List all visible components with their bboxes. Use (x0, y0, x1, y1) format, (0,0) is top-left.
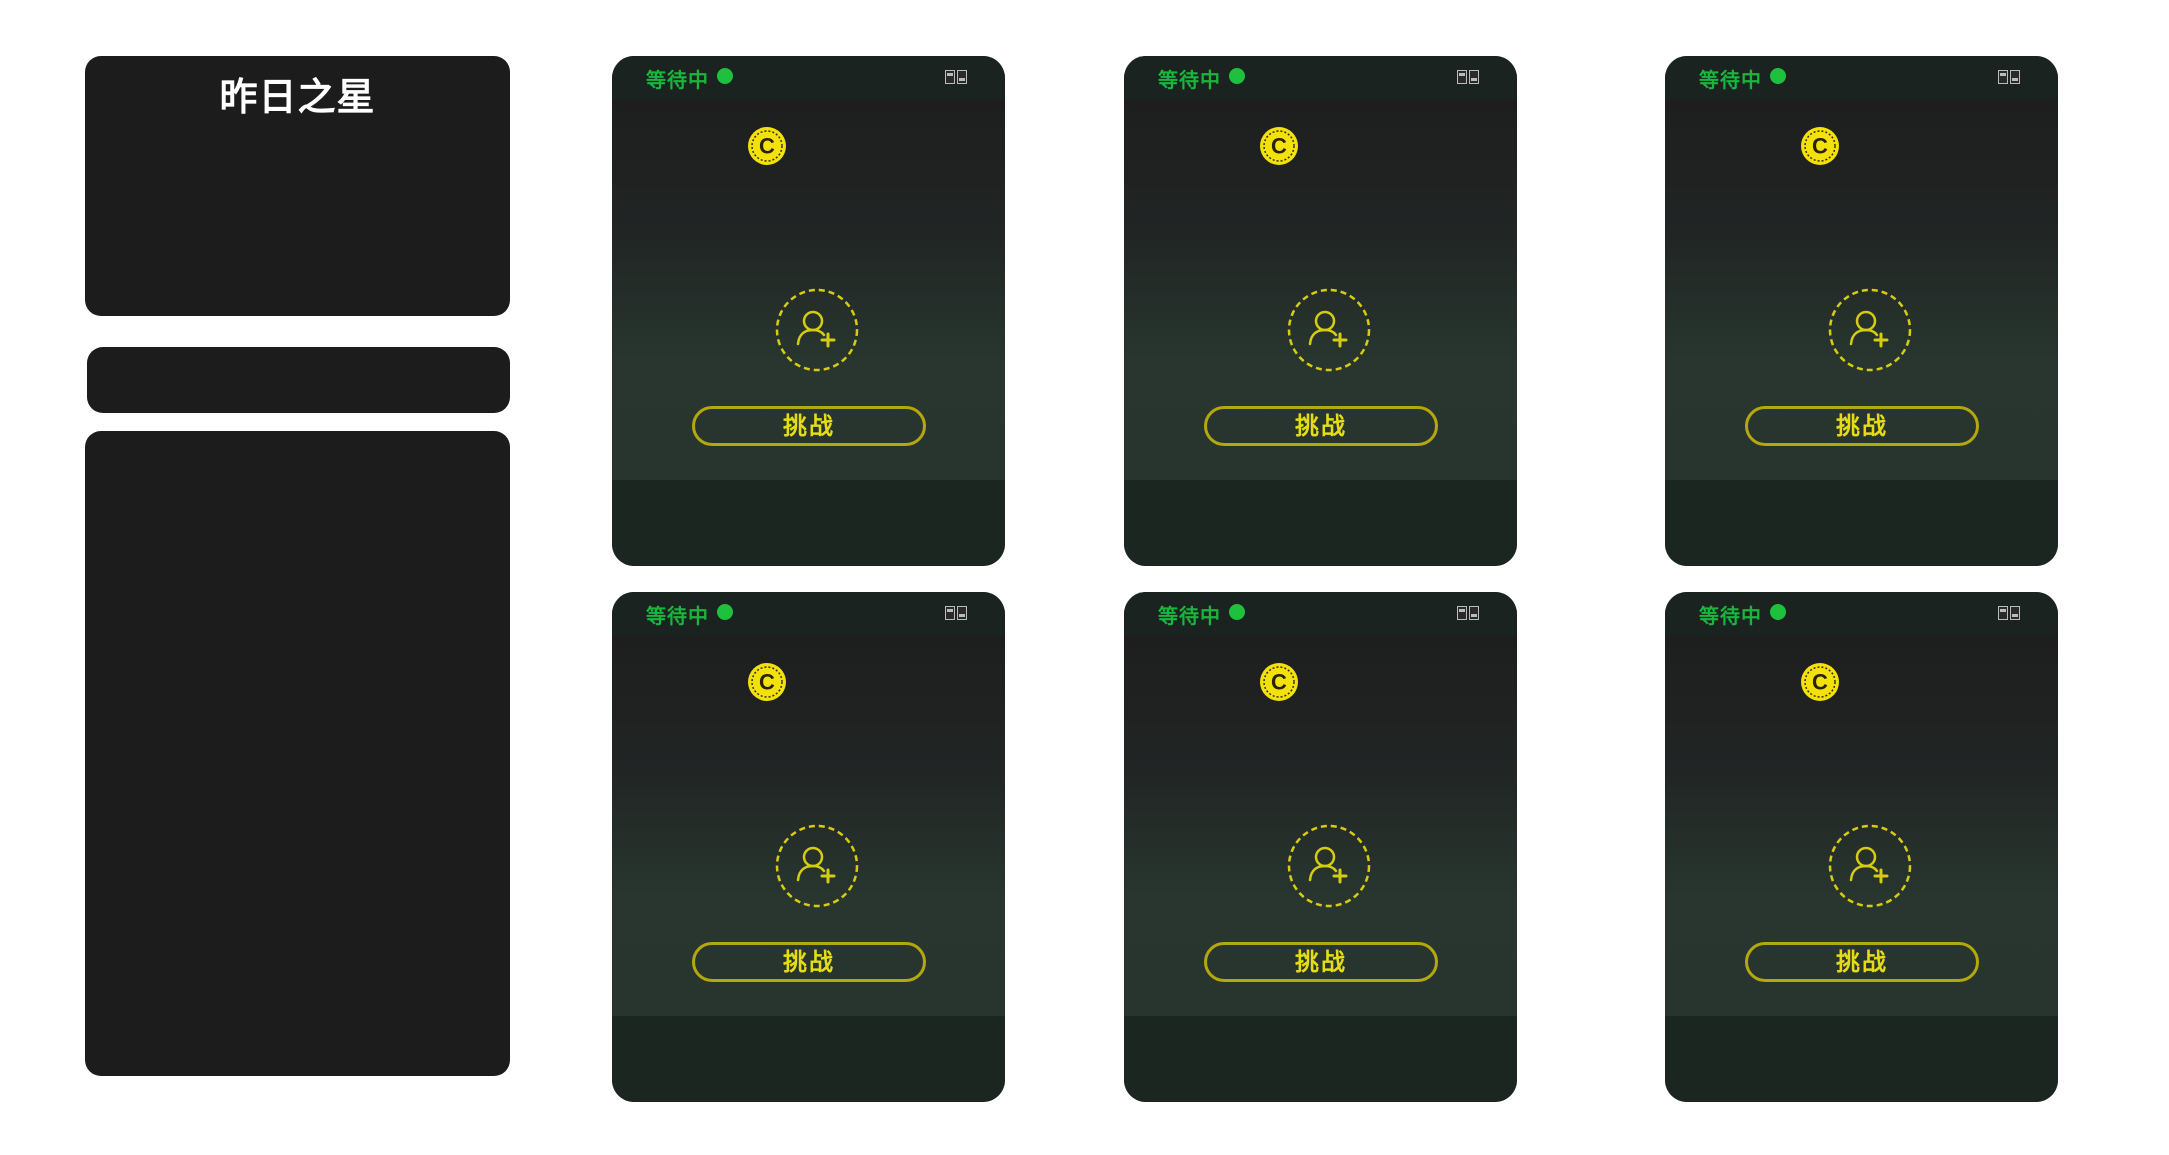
screen-icon[interactable] (945, 70, 967, 84)
status-text: 等待中 (1699, 604, 1762, 628)
status-text: 等待中 (646, 604, 709, 628)
coin-c-icon: C (748, 127, 786, 165)
status-dot-icon (1770, 604, 1786, 620)
screen-icon[interactable] (1457, 70, 1479, 84)
svg-text:C: C (759, 670, 775, 695)
add-user-icon[interactable] (1287, 824, 1371, 908)
svg-text:C: C (1271, 670, 1287, 695)
card-header: 等待中 (1124, 56, 1517, 101)
status-dot-icon (717, 604, 733, 620)
challenge-button[interactable]: 挑战 (692, 942, 926, 982)
svg-text:C: C (1812, 670, 1828, 695)
challenge-button[interactable]: 挑战 (1745, 406, 1979, 446)
challenge-card: 等待中 C 挑战 (1665, 56, 2058, 566)
yesterday-star-title: 昨日之星 (219, 75, 376, 119)
screen-icon[interactable] (1457, 606, 1479, 620)
challenge-button[interactable]: 挑战 (692, 406, 926, 446)
svg-text:C: C (759, 134, 775, 159)
status-dot-icon (1229, 604, 1245, 620)
card-header: 等待中 (612, 56, 1005, 101)
challenge-card: 等待中 C 挑战 (612, 592, 1005, 1102)
challenge-button[interactable]: 挑战 (1745, 942, 1979, 982)
left-list-panel (85, 431, 510, 1076)
challenge-card: 等待中 C 挑战 (1124, 56, 1517, 566)
yesterday-star-panel: 昨日之星 (85, 56, 510, 316)
coin-c-icon: C (1260, 127, 1298, 165)
screen-icon[interactable] (1998, 606, 2020, 620)
card-footer (1124, 1016, 1517, 1102)
add-user-icon[interactable] (1828, 288, 1912, 372)
card-header: 等待中 (1665, 592, 2058, 637)
card-footer (612, 480, 1005, 566)
coin-c-icon: C (748, 663, 786, 701)
challenge-card: 等待中 C 挑战 (612, 56, 1005, 566)
svg-text:C: C (1271, 134, 1287, 159)
svg-text:C: C (1812, 134, 1828, 159)
challenge-card: 等待中 C 挑战 (1665, 592, 2058, 1102)
left-bar-panel (87, 347, 510, 413)
card-footer (1665, 480, 2058, 566)
card-footer (612, 1016, 1005, 1102)
card-header: 等待中 (612, 592, 1005, 637)
card-footer (1124, 480, 1517, 566)
status-text: 等待中 (1158, 604, 1221, 628)
coin-c-icon: C (1801, 127, 1839, 165)
screen-icon[interactable] (1998, 70, 2020, 84)
card-header: 等待中 (1124, 592, 1517, 637)
add-user-icon[interactable] (1287, 288, 1371, 372)
status-text: 等待中 (646, 68, 709, 92)
add-user-icon[interactable] (1828, 824, 1912, 908)
challenge-card: 等待中 C 挑战 (1124, 592, 1517, 1102)
card-footer (1665, 1016, 2058, 1102)
status-text: 等待中 (1158, 68, 1221, 92)
add-user-icon[interactable] (775, 288, 859, 372)
status-text: 等待中 (1699, 68, 1762, 92)
status-dot-icon (1770, 68, 1786, 84)
status-dot-icon (1229, 68, 1245, 84)
coin-c-icon: C (1260, 663, 1298, 701)
add-user-icon[interactable] (775, 824, 859, 908)
coin-c-icon: C (1801, 663, 1839, 701)
challenge-button[interactable]: 挑战 (1204, 406, 1438, 446)
status-dot-icon (717, 68, 733, 84)
screen-icon[interactable] (945, 606, 967, 620)
card-header: 等待中 (1665, 56, 2058, 101)
challenge-button[interactable]: 挑战 (1204, 942, 1438, 982)
